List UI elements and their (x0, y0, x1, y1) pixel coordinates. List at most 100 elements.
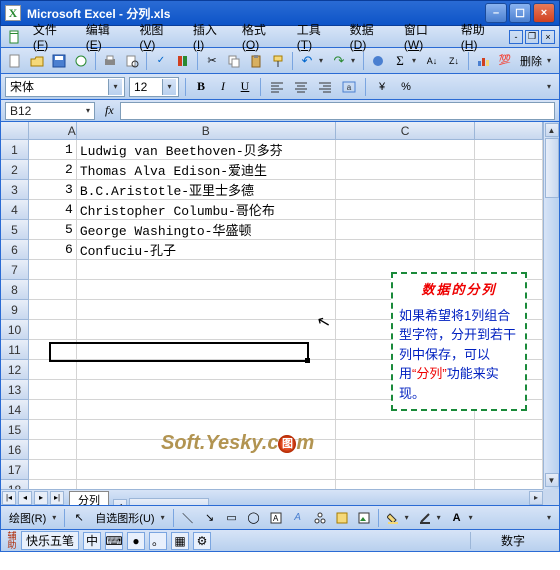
chevron-down-icon[interactable]: ▾ (108, 79, 122, 95)
format-painter-icon[interactable] (268, 51, 288, 71)
sort-desc-icon[interactable]: Z↓ (444, 51, 464, 71)
cell[interactable] (336, 140, 475, 160)
print-icon[interactable] (100, 51, 120, 71)
menu-t[interactable]: 工具(T) (291, 19, 342, 54)
row-header[interactable]: 5 (1, 220, 29, 240)
zoom-icon[interactable]: 💯 (495, 51, 515, 71)
row-header[interactable]: 9 (1, 300, 29, 320)
ime-keyboard-icon[interactable]: ⌨ (105, 532, 123, 550)
menu-h[interactable]: 帮助(H) (455, 19, 507, 54)
maximize-button[interactable]: ☐ (509, 3, 531, 23)
cell[interactable] (29, 400, 77, 420)
name-box[interactable]: B12 ▾ (5, 102, 95, 120)
bold-button[interactable]: B (192, 78, 210, 96)
cell[interactable] (29, 420, 77, 440)
cell[interactable]: Ludwig van Beethoven-贝多芬 (77, 140, 336, 160)
autosum-icon[interactable]: Σ (390, 51, 410, 71)
line-icon[interactable]: ＼ (178, 508, 198, 528)
cell[interactable] (77, 380, 336, 400)
autoshapes-menu[interactable]: 自选图形(U) (91, 510, 158, 526)
italic-button[interactable]: I (214, 78, 232, 96)
row-header[interactable]: 7 (1, 260, 29, 280)
cell[interactable] (475, 220, 543, 240)
row-header[interactable]: 3 (1, 180, 29, 200)
cell[interactable] (77, 400, 336, 420)
cell[interactable] (77, 460, 336, 480)
row-header[interactable]: 11 (1, 340, 29, 360)
chevron-down-icon[interactable]: ▾ (162, 79, 176, 95)
cell[interactable]: 5 (29, 220, 77, 240)
cell[interactable] (29, 360, 77, 380)
cell[interactable] (336, 200, 475, 220)
menu-i[interactable]: 插入(I) (187, 19, 234, 54)
arrow-icon[interactable]: ↘ (200, 508, 220, 528)
cell[interactable] (29, 320, 77, 340)
cell[interactable] (77, 260, 336, 280)
font-name-combo[interactable]: 宋体 ▾ (5, 77, 125, 97)
row-header[interactable]: 6 (1, 240, 29, 260)
cell[interactable]: Christopher Columbu-哥伦布 (77, 200, 336, 220)
clipart-icon[interactable] (332, 508, 352, 528)
row-header[interactable]: 1 (1, 140, 29, 160)
tab-last-button[interactable]: ▸| (50, 491, 64, 505)
cell[interactable] (29, 460, 77, 480)
format-options-dropdown[interactable]: ▾ (547, 82, 555, 91)
hyperlink-icon[interactable] (368, 51, 388, 71)
cell[interactable] (336, 440, 475, 460)
wordart-icon[interactable]: A (288, 508, 308, 528)
cell[interactable] (77, 360, 336, 380)
formula-input[interactable] (120, 102, 555, 120)
ime-setting-icon[interactable]: ⚙ (193, 532, 211, 550)
tab-prev-button[interactable]: ◂ (18, 491, 32, 505)
row-header[interactable]: 14 (1, 400, 29, 420)
cell[interactable] (29, 380, 77, 400)
ime-softkb-icon[interactable]: ▦ (171, 532, 189, 550)
select-objects-icon[interactable]: ↖ (69, 508, 89, 528)
ime-name[interactable]: 快乐五笔 (21, 531, 79, 550)
autosum-dropdown[interactable]: ▾ (412, 56, 420, 65)
cell[interactable] (77, 420, 336, 440)
print-preview-icon[interactable] (122, 51, 142, 71)
ime-full-icon[interactable]: ● (127, 532, 145, 550)
cell[interactable] (336, 240, 475, 260)
undo-icon[interactable]: ↶ (297, 51, 317, 71)
cell[interactable] (77, 440, 336, 460)
ime-punct-icon[interactable]: 。 (149, 532, 167, 550)
open-icon[interactable] (27, 51, 47, 71)
row-header[interactable]: 8 (1, 280, 29, 300)
redo-dropdown[interactable]: ▾ (351, 56, 359, 65)
paste-icon[interactable] (246, 51, 266, 71)
cell[interactable] (475, 420, 543, 440)
cell[interactable]: 2 (29, 160, 77, 180)
cell[interactable] (29, 300, 77, 320)
cell[interactable]: George Washingto-华盛顿 (77, 220, 336, 240)
scroll-thumb[interactable] (545, 138, 559, 198)
cell[interactable] (336, 160, 475, 180)
cell[interactable] (475, 460, 543, 480)
row-header[interactable]: 10 (1, 320, 29, 340)
mdi-minimize-button[interactable]: - (509, 30, 523, 44)
mdi-restore-button[interactable]: ❐ (525, 30, 539, 44)
ime-cn-icon[interactable]: 中 (83, 532, 101, 550)
row-header[interactable]: 17 (1, 460, 29, 480)
select-all-corner[interactable] (1, 122, 29, 140)
save-icon[interactable] (49, 51, 69, 71)
cell[interactable]: Thomas Alva Edison-爱迪生 (77, 160, 336, 180)
row-header[interactable]: 4 (1, 200, 29, 220)
cell[interactable] (77, 280, 336, 300)
merge-center-icon[interactable]: a (339, 77, 359, 97)
cell[interactable] (336, 460, 475, 480)
tab-first-button[interactable]: |◂ (2, 491, 16, 505)
row-header[interactable]: 15 (1, 420, 29, 440)
col-header-a[interactable]: A (29, 122, 77, 140)
cell[interactable] (29, 260, 77, 280)
fill-color-icon[interactable] (383, 508, 403, 528)
spell-icon[interactable]: ✓ (151, 51, 171, 71)
cell[interactable]: 4 (29, 200, 77, 220)
cell[interactable] (77, 340, 336, 360)
currency-icon[interactable]: ¥ (372, 77, 392, 97)
fx-icon[interactable]: fx (105, 103, 114, 118)
scroll-up-icon[interactable]: ▲ (545, 123, 559, 137)
cell[interactable] (475, 140, 543, 160)
scroll-left-icon[interactable]: ◂ (113, 499, 127, 507)
